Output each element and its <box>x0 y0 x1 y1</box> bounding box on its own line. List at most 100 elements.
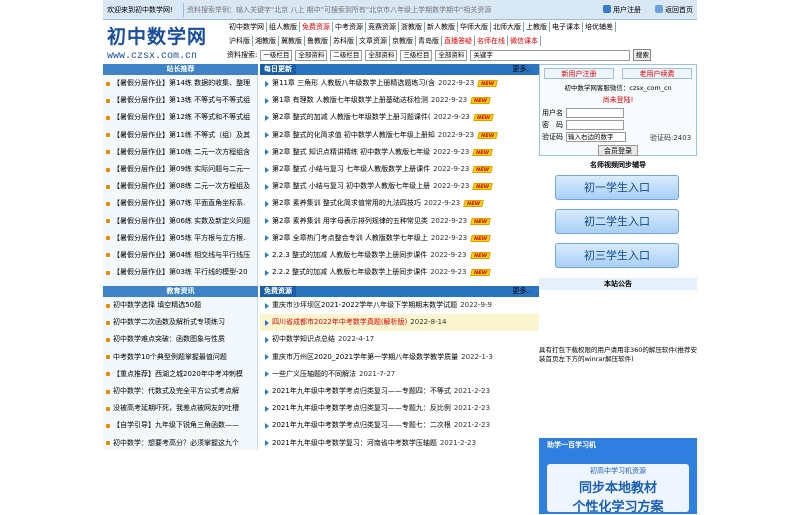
list-item[interactable]: 中考数学10个典型例题掌握最值问题 <box>103 349 257 366</box>
password-input[interactable] <box>566 120 624 130</box>
nav-link[interactable]: 电子课本 <box>550 22 583 32</box>
list-item-title[interactable]: 【暑假分层作业】第08练 二元一次方程组及 <box>113 178 250 195</box>
nav-link[interactable]: 上教版 <box>524 22 550 32</box>
learning-device-ad[interactable]: 助学一百学习机 初高中学习机资源 同步本地教材 个性化学习方案 <box>539 438 697 515</box>
category-1-select[interactable]: 一级栏目 <box>260 49 293 61</box>
list-item[interactable]: 四川省成都市2022年中考数学真题(解析版) 2022-8-14 <box>260 314 539 332</box>
new-user-register-button[interactable]: 新用户注册 <box>544 68 614 79</box>
list-item[interactable]: 【暑假分层作业】第07练 平面直角坐标系. <box>103 195 257 212</box>
list-item-title[interactable]: 【暑假分层作业】第09练 实际问题与二元一 <box>113 161 250 178</box>
list-item-title[interactable]: 【暑假分层作业】第14练 数据的收集、整理 <box>113 75 250 92</box>
nav-link[interactable]: 免费资源 <box>300 22 333 32</box>
keyword-input[interactable]: 关键字 <box>470 49 631 61</box>
site-logo[interactable]: 初中数学网 www.czsx.com.cn <box>107 22 231 62</box>
list-item[interactable]: 【暑假分层作业】第11练 不等式（组）及其 <box>103 127 257 144</box>
search-button[interactable]: 搜索 <box>633 49 652 61</box>
list-item[interactable]: 第2章 全章热门考点整合专训 人教版数学七年级上 2022-9-23 NEW <box>260 230 539 247</box>
nav-link[interactable]: 冀教版 <box>279 36 305 46</box>
list-item[interactable]: 2.2.2 整式的加减 人教版七年级数学上册同步课件 2022-9-23 NEW <box>260 264 539 281</box>
captcha-input[interactable]: 输入右边的数字 <box>566 132 626 142</box>
list-item[interactable]: 【暑假分层作业】第05练 平方根与立方根. <box>103 230 257 247</box>
list-item-title[interactable]: 初中数学二次函数及解析式专项练习 <box>113 314 225 331</box>
list-item[interactable]: 初中数学选择 填空精选50题 <box>103 297 257 314</box>
list-item[interactable]: 2021年九年级中考数学复习：河南省中考数学压轴题 2021-2-23 <box>260 435 539 452</box>
nav-link[interactable]: 微信课本 <box>508 36 541 46</box>
list-item[interactable]: 2021年九年级中考数学考点归类复习——专题九：反比例 2021-2-23 <box>260 400 539 417</box>
list-item[interactable]: 一些广义压轴题的不同解法 2021-7-27 <box>260 366 539 383</box>
daily-update-more-link[interactable]: 更多.. <box>513 64 531 75</box>
category-2-select[interactable]: 二级栏目 <box>330 49 363 61</box>
list-item-title[interactable]: 第2章 整式 知识点精讲精练 初中数学人教版七年级 <box>272 144 430 161</box>
nav-link[interactable]: 青岛版 <box>416 36 442 46</box>
list-item[interactable]: 第2章 整式的化简求值 初中数学人教版七年级上册知 2022-9-23 NEW <box>260 127 539 144</box>
register-link[interactable]: 用户注册 <box>613 5 641 15</box>
list-item-title[interactable]: 【重点推荐】西湖之城2020年中考冲刺模 <box>113 366 243 383</box>
list-item-title[interactable]: 2021年九年级中考数学考点归类复习——专题九：反比例 <box>272 400 451 417</box>
list-item-title[interactable]: 第2章 整式的加减 人教版七年级数学上册习题课件( <box>272 109 431 126</box>
list-item-title[interactable]: 【暑假分层作业】第07练 平面直角坐标系. <box>113 195 245 212</box>
list-item-title[interactable]: 2021年九年级中考数学复习：河南省中考数学压轴题 <box>272 435 437 452</box>
username-input[interactable] <box>566 108 624 118</box>
list-item[interactable]: 重庆市沙坪坝区2021-2022学年八年级下学期期末数学试题 2022-9-9 <box>260 297 539 314</box>
nav-link[interactable]: 组人教版 <box>267 22 300 32</box>
member-login-button[interactable]: 会员登录 <box>598 145 638 156</box>
home-link[interactable]: 返回首页 <box>665 5 693 15</box>
list-item-title[interactable]: 第2章 整式 小结与复习 初中数学人教版七年级上册 <box>272 178 430 195</box>
list-item[interactable]: 第2章 整式 知识点精讲精练 初中数学人教版七年级 2022-9-23 NEW <box>260 144 539 161</box>
category-2-value[interactable]: 全部资料 <box>365 49 398 61</box>
list-item-title[interactable]: 中考数学10个典型例题掌握最值问题 <box>113 349 227 366</box>
list-item[interactable]: 第1章 有理数 人教版七年级数学上册基础达标检测 2022-9-23 NEW <box>260 92 539 109</box>
grade8-entry-button[interactable]: 初二学生入口 <box>555 209 679 234</box>
nav-link[interactable]: 湘教版 <box>253 36 279 46</box>
list-item-title[interactable]: 第2章 素养集训 用字母表示排列规律的五种常见类 <box>272 213 428 230</box>
list-item[interactable]: 2021年九年级中考数学考点归类复习——专题七：二次根 2021-2-23 <box>260 417 539 434</box>
list-item-title[interactable]: 重庆市沙坪坝区2021-2022学年八年级下学期期末数学试题 <box>272 297 457 314</box>
list-item-title[interactable]: 【暑假分层作业】第13练 不等式与不等式组 <box>113 92 250 109</box>
list-item[interactable]: 【暑假分层作业】第03练 平行线的模型-20 <box>103 264 257 281</box>
nav-link[interactable]: 名师在线 <box>475 36 508 46</box>
list-item[interactable]: 初中数学：代数式及完全平方公式考点解 <box>103 383 257 400</box>
list-item[interactable]: 初中数学知识点总结 2022-4-17 <box>260 331 539 348</box>
list-item[interactable]: 第2章 整式的加减 人教版七年级数学上册习题课件(2022-9-23 NEW <box>260 109 539 126</box>
list-item-title[interactable]: 第11章 三角形 人教版八年级数学上册精选题练习(含 <box>272 75 435 92</box>
list-item[interactable]: 第2章 整式 小结与复习 初中数学人教版七年级上册 2022-9-23 NEW <box>260 178 539 195</box>
list-item-title[interactable]: 2.2.3 整式的加减 人教版七年级数学上册同步课件 <box>272 247 427 264</box>
list-item-title[interactable]: 【暑假分层作业】第10练 二元一次方程组含 <box>113 144 250 161</box>
nav-link[interactable]: 竞赛资源 <box>366 22 399 32</box>
list-item-title[interactable]: 【暑假分层作业】第06练 实数及新定义问题 <box>113 213 250 230</box>
list-item-title[interactable]: 2021年九年级中考数学考点归类复习——专题七：二次根 <box>272 417 451 434</box>
nav-link[interactable]: 沪科版 <box>227 36 253 46</box>
list-item[interactable]: 【自学引导】九年级下锐角三角函数—— <box>103 417 257 434</box>
list-item[interactable]: 没被高考延期吓死，我差点被网友的吐槽 <box>103 400 257 417</box>
renew-button[interactable]: 老用户续费 <box>622 68 692 79</box>
free-resources-more-link[interactable]: 更多.. <box>513 286 531 297</box>
list-item-title[interactable]: 2.2.2 整式的加减 人教版七年级数学上册同步课件 <box>272 264 427 281</box>
list-item-title[interactable]: 第2章 整式 小结与复习 七年级人教版数学上册课件 <box>272 161 430 178</box>
list-item-title[interactable]: 第2章 素养集训 整式化简求值常用的九法四技巧 <box>272 195 421 212</box>
list-item-title[interactable]: 【暑假分层作业】第11练 不等式（组）及其 <box>113 127 250 144</box>
list-item-title[interactable]: 【暑假分层作业】第12练 不等式和不等式组 <box>113 109 250 126</box>
list-item-title[interactable]: 【暑假分层作业】第05练 平方根与立方根. <box>113 230 245 247</box>
list-item-title[interactable]: 第2章 整式的化简求值 初中数学人教版七年级上册知 <box>272 127 435 144</box>
list-item[interactable]: 【暑假分层作业】第08练 二元一次方程组及 <box>103 178 257 195</box>
list-item[interactable]: 初中数学难点突破：函数图象与性质 <box>103 331 257 348</box>
list-item[interactable]: 2.2.3 整式的加减 人教版七年级数学上册同步课件 2022-9-23 NEW <box>260 247 539 264</box>
list-item[interactable]: 【暑假分层作业】第10练 二元一次方程组含 <box>103 144 257 161</box>
grade7-entry-button[interactable]: 初一学生入口 <box>555 175 679 200</box>
list-item[interactable]: 2021年九年级中考数学考点归类复习——专题四：不等式 2021-2-23 <box>260 383 539 400</box>
list-item-title[interactable]: 第1章 有理数 人教版七年级数学上册基础达标检测 <box>272 92 428 109</box>
nav-link[interactable]: 苏科版 <box>331 36 357 46</box>
nav-link[interactable]: 文章资源 <box>357 36 390 46</box>
list-item-title[interactable]: 初中数学难点突破：函数图象与性质 <box>113 331 225 348</box>
list-item-title[interactable]: 一些广义压轴题的不同解法 <box>272 366 356 383</box>
nav-link[interactable]: 中考资源 <box>333 22 366 32</box>
list-item[interactable]: 重庆市万州区2020_2021学年第一学期八年级数学教学质量 2022-1-3 <box>260 349 539 366</box>
list-item[interactable]: 【暑假分层作业】第12练 不等式和不等式组 <box>103 109 257 126</box>
nav-link[interactable]: 新人教版 <box>425 22 458 32</box>
list-item[interactable]: 第2章 整式 小结与复习 七年级人教版数学上册课件 2022-9-23 NEW <box>260 161 539 178</box>
list-item[interactable]: 【暑假分层作业】第06练 实数及新定义问题 <box>103 213 257 230</box>
grade9-entry-button[interactable]: 初三学生入口 <box>555 243 679 268</box>
category-3-select[interactable]: 三级栏目 <box>400 49 433 61</box>
list-item[interactable]: 【暑假分层作业】第09练 实际问题与二元一 <box>103 161 257 178</box>
list-item[interactable]: 【暑假分层作业】第14练 数据的收集、整理 <box>103 75 257 92</box>
